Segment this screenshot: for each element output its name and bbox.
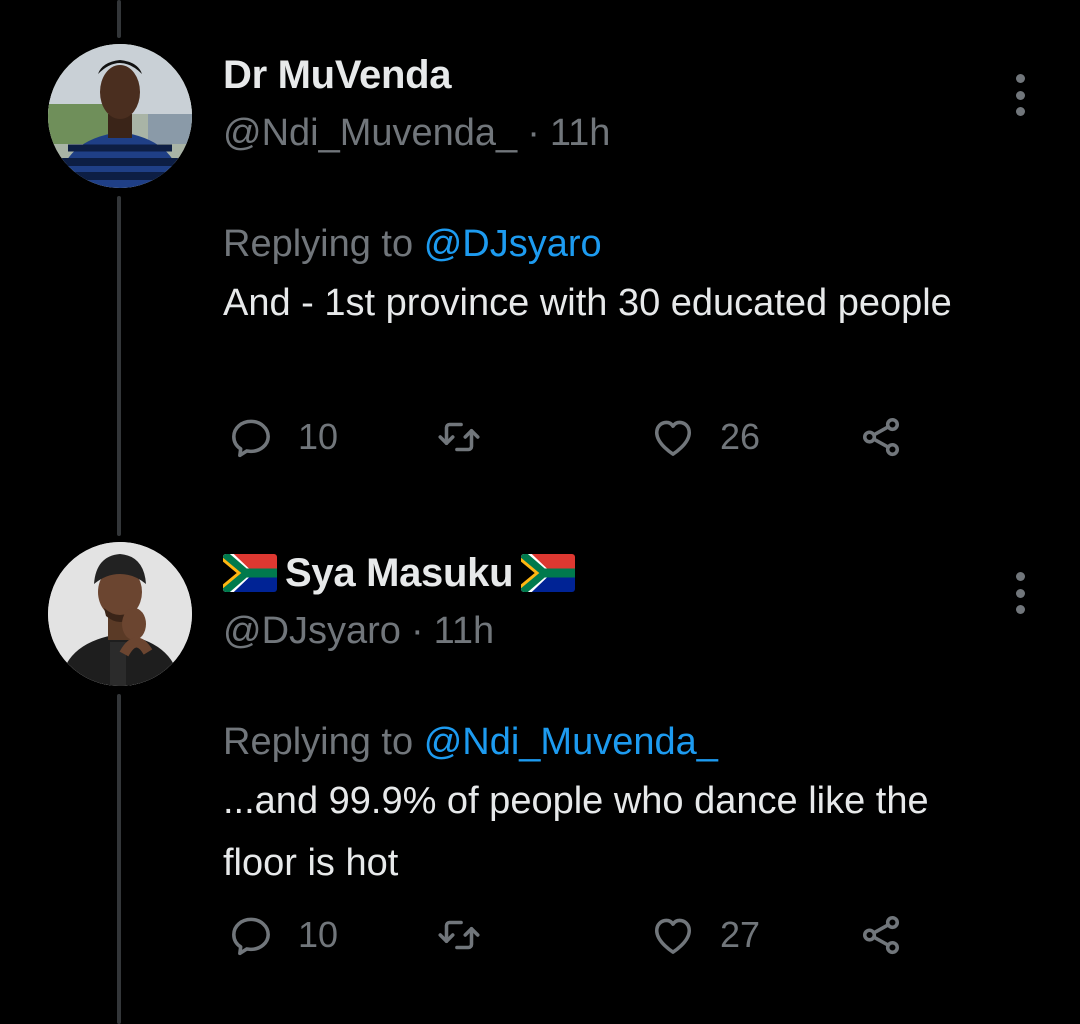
handle-row: @DJsyaro · 11h: [223, 600, 1013, 662]
tweet-text: ...and 99.9% of people who dance like th…: [223, 780, 929, 884]
tweet-content: Sya Masuku @DJsyaro · 11h Replying to @Ndi…: [223, 542, 1013, 894]
retweet-icon: [438, 422, 480, 452]
avatar-photo: [48, 44, 192, 188]
avatar-photo: [48, 542, 192, 686]
tweet-text: And - 1st province with 30 educated peop…: [223, 282, 952, 324]
reply-count: 10: [298, 416, 339, 457]
south-africa-flag-icon: [223, 554, 277, 592]
replying-to-mention[interactable]: @Ndi_Muvenda_: [424, 721, 718, 763]
south-africa-flag-icon: [521, 554, 576, 592]
reply-icon: [232, 917, 270, 956]
share-icon: [862, 915, 900, 955]
share-button[interactable]: [856, 412, 906, 462]
thread-connector: [117, 694, 121, 1024]
avatar[interactable]: [48, 44, 192, 188]
tweet-actions: 10 26: [226, 412, 926, 462]
separator: ·: [527, 112, 540, 154]
handle[interactable]: @DJsyaro: [223, 610, 401, 652]
like-count: 27: [720, 914, 761, 955]
like-icon: [654, 420, 692, 456]
tweet-content: Dr MuVenda @Ndi_Muvenda_ · 11h Replying to…: [223, 44, 1013, 334]
author-row: Dr MuVenda: [223, 44, 1013, 106]
reply-icon: [232, 419, 270, 458]
thread-connector: [117, 0, 121, 38]
retweet-icon: [438, 920, 480, 950]
display-name[interactable]: Dr MuVenda: [223, 53, 451, 98]
retweet-button[interactable]: [434, 910, 506, 960]
share-button[interactable]: [856, 910, 906, 960]
more-options-icon[interactable]: [1004, 572, 1036, 614]
handle-row: @Ndi_Muvenda_ · 11h: [223, 102, 1013, 164]
timestamp[interactable]: 11h: [434, 610, 495, 652]
replying-to: Replying to @DJsyaro: [223, 216, 1013, 272]
replying-to-label: Replying to: [223, 721, 414, 763]
retweet-button[interactable]: [434, 412, 506, 462]
thread-connector: [117, 196, 121, 536]
reply-button[interactable]: 10: [226, 910, 338, 960]
avatar[interactable]: [48, 542, 192, 686]
reply-count: 10: [298, 914, 339, 955]
share-icon: [862, 417, 900, 457]
like-button[interactable]: 27: [648, 910, 760, 960]
more-options-icon[interactable]: [1004, 74, 1036, 116]
reply-button[interactable]: 10: [226, 412, 338, 462]
tweet-thread: Dr MuVenda @Ndi_Muvenda_ · 11h Replying to…: [0, 0, 1080, 1024]
like-count: 26: [720, 416, 761, 457]
timestamp[interactable]: 11h: [550, 112, 611, 154]
separator: ·: [410, 610, 424, 652]
display-name[interactable]: Sya Masuku: [285, 551, 514, 596]
handle[interactable]: @Ndi_Muvenda_: [223, 112, 517, 154]
replying-to-mention[interactable]: @DJsyaro: [424, 223, 602, 265]
author-row: Sya Masuku: [223, 542, 1013, 604]
like-button[interactable]: 26: [648, 412, 760, 462]
tweet-actions: 10 27: [226, 910, 926, 960]
replying-to: Replying to @Ndi_Muvenda_: [223, 714, 1013, 770]
like-icon: [654, 918, 692, 954]
replying-to-label: Replying to: [223, 223, 414, 265]
